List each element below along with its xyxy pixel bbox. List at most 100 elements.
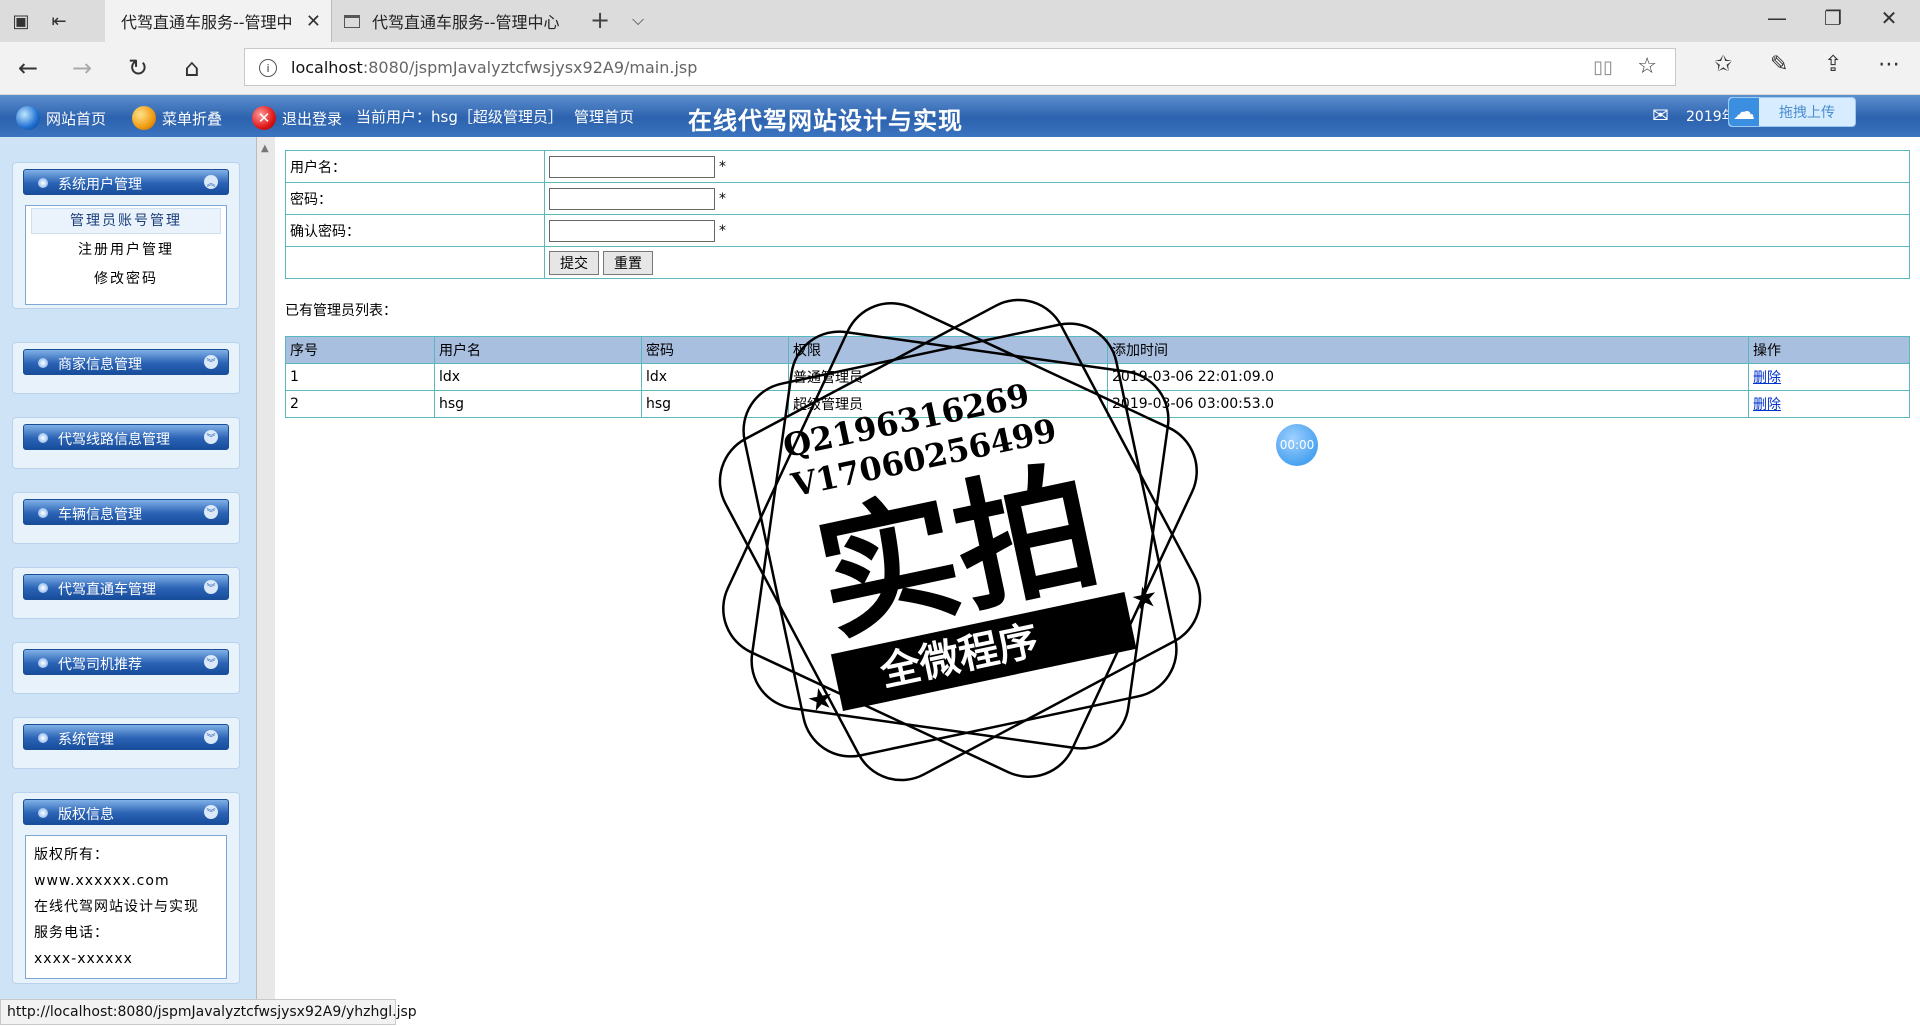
tab-admin-center-active[interactable]: 代驾直通车服务--管理中 ✕ <box>105 0 331 42</box>
confirm-password-field[interactable] <box>549 219 715 242</box>
favorites-icon[interactable]: ✩ <box>1714 52 1732 77</box>
restore-icon[interactable]: ❐ <box>1818 6 1848 30</box>
chevron-down-icon[interactable]: ︾ <box>204 805 218 819</box>
copyright-info: 版权所有： www.xxxxxx.com 在线代驾网站设计与实现 服务电话： x… <box>25 835 227 979</box>
panel-header-copyright[interactable]: 版权信息 ︾ <box>23 799 229 825</box>
panel-header-routes[interactable]: 代驾线路信息管理 ︾ <box>23 424 229 450</box>
back-arrow-icon[interactable]: ← <box>12 52 44 84</box>
required-mark: * <box>719 158 726 175</box>
chevron-down-icon[interactable]: ︾ <box>204 505 218 519</box>
cloud-icon: ☁ <box>1729 98 1759 126</box>
copyright-line: 版权所有： <box>34 847 109 863</box>
pen-icon[interactable]: ✎ <box>1770 52 1788 77</box>
chevron-down-icon[interactable]: ︾ <box>204 730 218 744</box>
panel-header-express[interactable]: 代驾直通车管理 ︾ <box>23 574 229 600</box>
reset-button[interactable]: 重置 <box>603 250 653 275</box>
chevron-up-icon[interactable]: ︽ <box>204 175 218 189</box>
panel-header-system-users[interactable]: 系统用户管理 ︽ <box>23 169 229 195</box>
sidebar-panel-vehicles: 车辆信息管理 ︾ <box>12 492 240 544</box>
chevron-down-icon[interactable]: ︾ <box>204 655 218 669</box>
drag-upload-widget[interactable]: ☁ 拖拽上传 <box>1728 97 1856 127</box>
upload-label: 拖拽上传 <box>1779 105 1835 121</box>
panel-header-system[interactable]: 系统管理 ︾ <box>23 724 229 750</box>
bullet-icon <box>38 358 48 368</box>
logout-icon: ✕ <box>252 106 276 130</box>
admin-home-link[interactable]: 管理首页 <box>574 106 634 127</box>
sidebar-panel-express: 代驾直通车管理 ︾ <box>12 567 240 619</box>
panel-header-merchants[interactable]: 商家信息管理 ︾ <box>23 349 229 375</box>
site-home-link[interactable]: 网站首页 <box>16 106 106 130</box>
copyright-line: 在线代驾网站设计与实现 <box>34 899 199 915</box>
sidebar-panel-copyright: 版权信息 ︾ 版权所有： www.xxxxxx.com 在线代驾网站设计与实现 … <box>12 792 240 984</box>
delete-link[interactable]: 删除 <box>1753 370 1781 386</box>
required-mark: * <box>719 222 726 239</box>
copyright-line: 服务电话： <box>34 925 109 941</box>
panel-header-drivers[interactable]: 代驾司机推荐 ︾ <box>23 649 229 675</box>
password-label: 密码： <box>285 182 545 215</box>
column-header: 操作 <box>1748 336 1910 364</box>
more-icon[interactable]: ⋯ <box>1878 52 1900 77</box>
share-icon[interactable]: ⇪ <box>1824 52 1842 77</box>
sidebar-panel-system: 系统管理 ︾ <box>12 717 240 769</box>
page-icon <box>344 14 360 28</box>
close-icon[interactable]: ✕ <box>306 11 321 32</box>
sidebar-item-admin-accounts[interactable]: 管理员账号管理 <box>31 208 221 234</box>
set-aside-tabs-icon[interactable]: ⇤ <box>46 8 72 34</box>
minimize-icon[interactable]: — <box>1762 6 1792 30</box>
star-icon: ★ <box>804 680 838 720</box>
menu-fold-link[interactable]: 菜单折叠 <box>132 106 222 130</box>
sidebar-panel-drivers: 代驾司机推荐 ︾ <box>12 642 240 694</box>
required-mark: * <box>719 190 726 207</box>
cell-no: 1 <box>285 363 435 391</box>
username-field[interactable] <box>549 155 715 178</box>
delete-link[interactable]: 删除 <box>1753 397 1781 413</box>
username-label: 用户名： <box>285 150 545 183</box>
sidebar: 系统用户管理 ︽ 管理员账号管理 注册用户管理 修改密码 商家信息管理 ︾ 代驾… <box>0 137 256 999</box>
submit-button[interactable]: 提交 <box>549 250 599 275</box>
password-field[interactable] <box>549 187 715 210</box>
logout-link[interactable]: ✕ 退出登录 <box>252 106 342 130</box>
sidebar-panel-routes: 代驾线路信息管理 ︾ <box>12 417 240 469</box>
recording-timer-badge[interactable]: 00:00 <box>1276 424 1318 466</box>
star-icon[interactable]: ☆ <box>1637 54 1657 79</box>
tab-admin-center[interactable]: 代驾直通车服务--管理中心 <box>331 0 577 42</box>
chevron-down-icon[interactable]: ⌵ <box>632 10 644 30</box>
chevron-down-icon[interactable]: ︾ <box>204 580 218 594</box>
bullet-icon <box>38 508 48 518</box>
cell-username: hsg <box>434 390 642 418</box>
chevron-down-icon[interactable]: ︾ <box>204 355 218 369</box>
scroll-up-icon[interactable]: ▲ <box>261 143 269 154</box>
bullet-icon <box>38 658 48 668</box>
menu-icon <box>132 106 156 130</box>
address-bar[interactable]: i localhost:8080/jspmJavalyztcfwsjysx92A… <box>244 48 1676 86</box>
confirm-password-label: 确认密码： <box>285 214 545 247</box>
cell-no: 2 <box>285 390 435 418</box>
sidebar-item-registered-users[interactable]: 注册用户管理 <box>26 236 226 265</box>
frame-scrollbar[interactable]: ▲ <box>256 137 275 999</box>
sidebar-panel-merchants: 商家信息管理 ︾ <box>12 342 240 394</box>
panel-header-vehicles[interactable]: 车辆信息管理 ︾ <box>23 499 229 525</box>
copyright-line: www.xxxxxx.com <box>34 873 170 889</box>
tab-actions-icon[interactable]: ▣ <box>8 8 34 34</box>
column-header: 序号 <box>285 336 435 364</box>
bullet-icon <box>38 433 48 443</box>
admin-list-title: 已有管理员列表： <box>285 303 397 319</box>
cell-username: ldx <box>434 363 642 391</box>
window-close-icon[interactable]: ✕ <box>1874 6 1904 30</box>
refresh-icon[interactable]: ↻ <box>122 52 154 84</box>
sidebar-item-change-password[interactable]: 修改密码 <box>26 265 226 294</box>
watermark-stamp: Q2196316269 V17060256499 实拍 全微程序 ★ ★ <box>718 298 1202 782</box>
reading-view-icon[interactable]: ▯▯ <box>1593 57 1613 78</box>
copyright-line: xxxx-xxxxxx <box>34 951 133 967</box>
info-icon[interactable]: i <box>259 59 277 77</box>
url-text[interactable]: localhost:8080/jspmJavalyztcfwsjysx92A9/… <box>291 58 697 77</box>
globe-icon <box>16 106 40 130</box>
new-tab-button[interactable]: + <box>590 6 610 34</box>
page-title: 在线代驾网站设计与实现 <box>688 107 963 135</box>
bullet-icon <box>38 733 48 743</box>
panel-menu: 管理员账号管理 注册用户管理 修改密码 <box>25 205 227 305</box>
forward-arrow-icon[interactable]: → <box>66 52 98 84</box>
home-icon[interactable]: ⌂ <box>176 52 208 84</box>
chevron-down-icon[interactable]: ︾ <box>204 430 218 444</box>
bullet-icon <box>38 808 48 818</box>
